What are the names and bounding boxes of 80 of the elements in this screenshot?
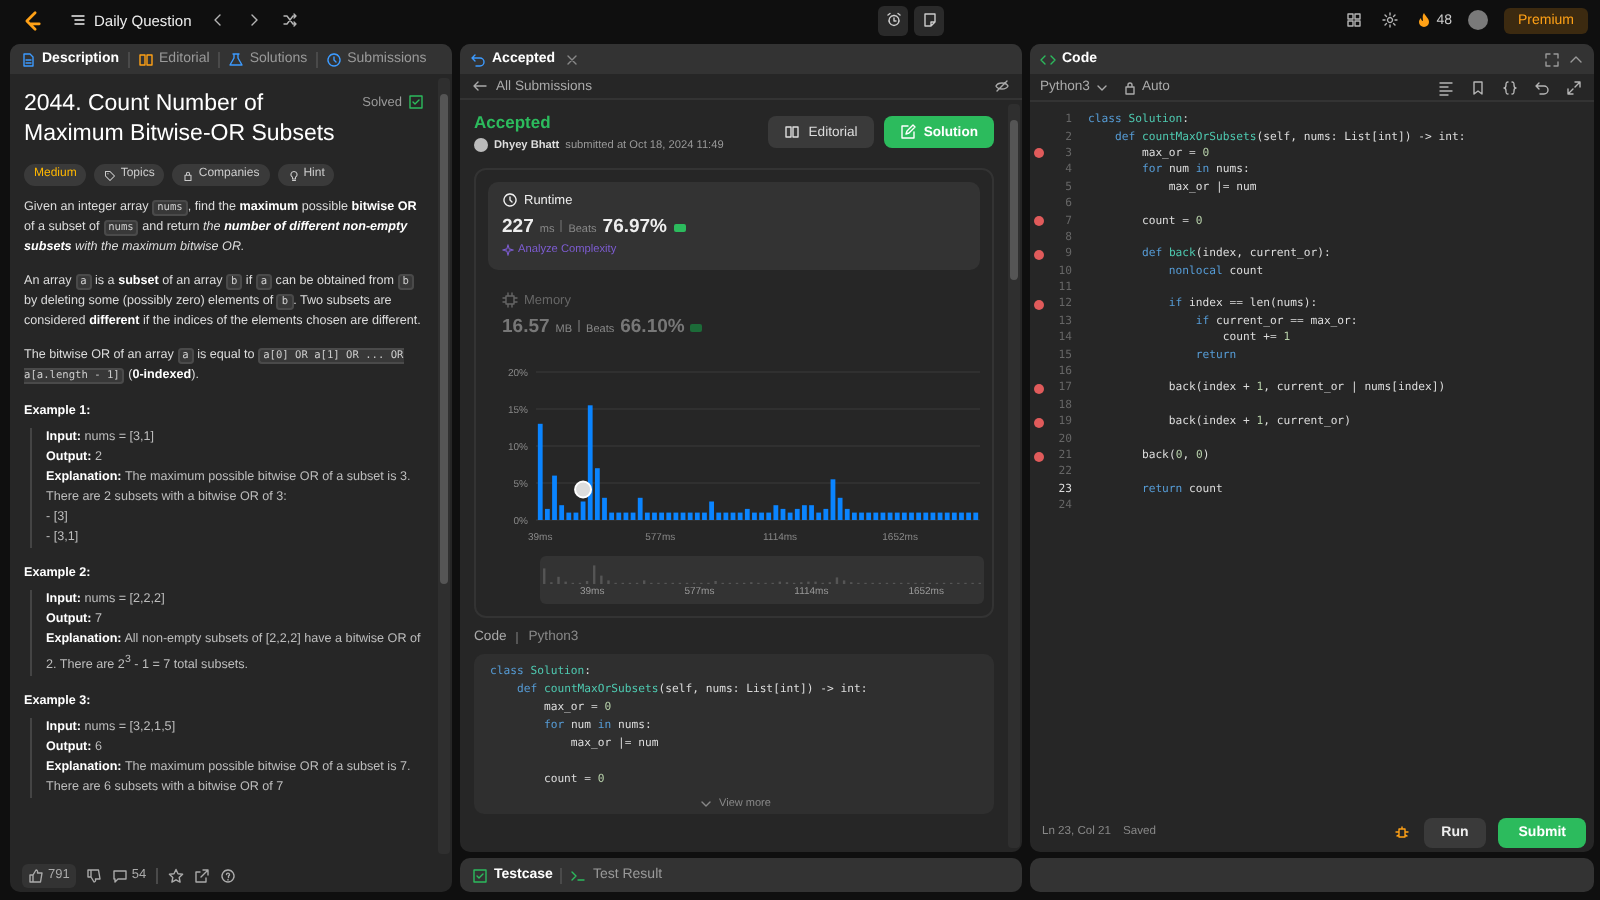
bookmark-icon: [1470, 79, 1486, 95]
book-icon: [137, 51, 154, 67]
scrollbar[interactable]: [438, 78, 450, 854]
arrow-left-icon: [472, 78, 488, 94]
chevron-left-icon: [209, 12, 226, 28]
clock-icon: [325, 51, 342, 67]
help-icon: [220, 867, 237, 883]
history-icon: [470, 51, 486, 67]
layout-button[interactable]: [1344, 10, 1365, 30]
avatar-icon: [474, 138, 488, 152]
favorite-button[interactable]: [168, 867, 185, 883]
shuffle-button[interactable]: [279, 10, 300, 30]
chevron-up-icon: [1568, 51, 1584, 67]
beats-percent: 66.10%: [620, 316, 685, 338]
dislike-button[interactable]: [85, 867, 102, 883]
undo-icon: [1534, 79, 1550, 95]
result-status: Accepted: [474, 112, 553, 132]
breakpoint-dot[interactable]: [1034, 216, 1044, 227]
terminal-icon: [570, 867, 587, 883]
book-icon: [784, 124, 801, 140]
clock-icon: [502, 192, 518, 208]
shuffle-icon: [281, 12, 298, 28]
code-icon: [1040, 51, 1056, 67]
user-marker-icon: [574, 480, 593, 499]
sparkle-icon: [502, 244, 514, 256]
comment-icon: [111, 867, 128, 883]
thumbs-up-icon: [28, 867, 44, 883]
close-tab-button[interactable]: [563, 51, 580, 67]
align-left-icon: [1438, 79, 1454, 95]
histogram-bar[interactable]: [587, 405, 593, 520]
stat-value: 16.57: [502, 316, 550, 338]
debug-button[interactable]: [1391, 822, 1412, 842]
edit-icon: [899, 124, 916, 140]
reset-button[interactable]: [1532, 77, 1552, 97]
problem-title: 2044. Count Number of Maximum Bitwise-OR Subsets: [24, 90, 337, 150]
scrollbar[interactable]: [1008, 104, 1020, 848]
eye-slash-icon: [994, 78, 1010, 94]
expand-arrows-icon: [1566, 79, 1582, 95]
star-icon: [168, 867, 185, 883]
avatar-icon[interactable]: [1467, 10, 1488, 30]
grid-icon: [1346, 12, 1363, 28]
settings-icon: [1382, 12, 1399, 28]
close-icon: [563, 51, 580, 67]
braces-icon: [1502, 79, 1518, 95]
thumbs-down-icon: [85, 867, 102, 883]
lightbulb-icon: [287, 169, 300, 181]
breakpoint-dot[interactable]: [1034, 417, 1044, 428]
settings-button[interactable]: [1380, 10, 1401, 30]
timer-button[interactable]: [878, 5, 909, 35]
breakpoint-dot[interactable]: [1034, 249, 1044, 260]
chevron-down-icon: [697, 796, 714, 812]
note-icon: [921, 12, 938, 28]
lock-icon: [1121, 79, 1138, 95]
breakpoint-dot[interactable]: [1034, 383, 1044, 394]
checkbox-icon: [472, 867, 488, 883]
checkmark-icon: [408, 94, 424, 110]
bug-icon: [1393, 824, 1410, 840]
flask-icon: [227, 51, 244, 67]
help-button[interactable]: [220, 867, 237, 883]
tag-icon: [104, 169, 117, 181]
expand-icon: [1544, 51, 1560, 67]
notes-button[interactable]: [914, 5, 945, 35]
lock-icon: [182, 169, 195, 181]
breakpoint-dot[interactable]: [1034, 148, 1044, 159]
logo-icon: [20, 9, 42, 31]
braces-button[interactable]: [1500, 77, 1520, 97]
share-icon: [194, 867, 211, 883]
breakpoint-dot[interactable]: [1034, 451, 1044, 461]
document-icon: [20, 51, 36, 67]
bookmark-button[interactable]: [1468, 77, 1488, 97]
flame-icon: [1416, 12, 1433, 28]
stat-value: 227: [502, 216, 534, 238]
beats-percent: 76.97%: [602, 216, 668, 238]
breakpoint-dot[interactable]: [1034, 299, 1044, 310]
share-button[interactable]: [194, 867, 211, 883]
format-button[interactable]: [1436, 77, 1456, 97]
fullscreen-button[interactable]: [1564, 77, 1584, 97]
list-icon: [70, 12, 86, 28]
alarm-clock-icon: [885, 12, 902, 28]
chip-icon: [502, 292, 518, 308]
